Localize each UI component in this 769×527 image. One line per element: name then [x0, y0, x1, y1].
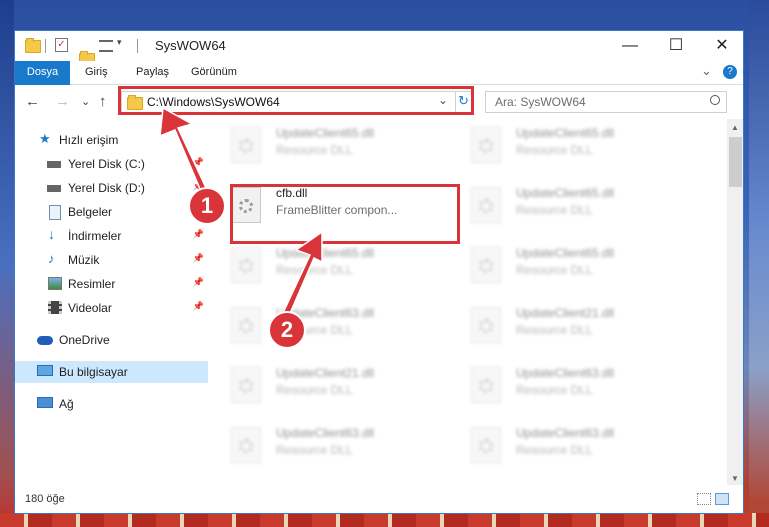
annotation-arrows [159, 106, 323, 320]
arrow-1-icon [159, 106, 209, 198]
step-2-badge: 2 [268, 311, 306, 349]
arrow-2-icon [281, 230, 323, 320]
step-1-badge: 1 [188, 187, 226, 225]
